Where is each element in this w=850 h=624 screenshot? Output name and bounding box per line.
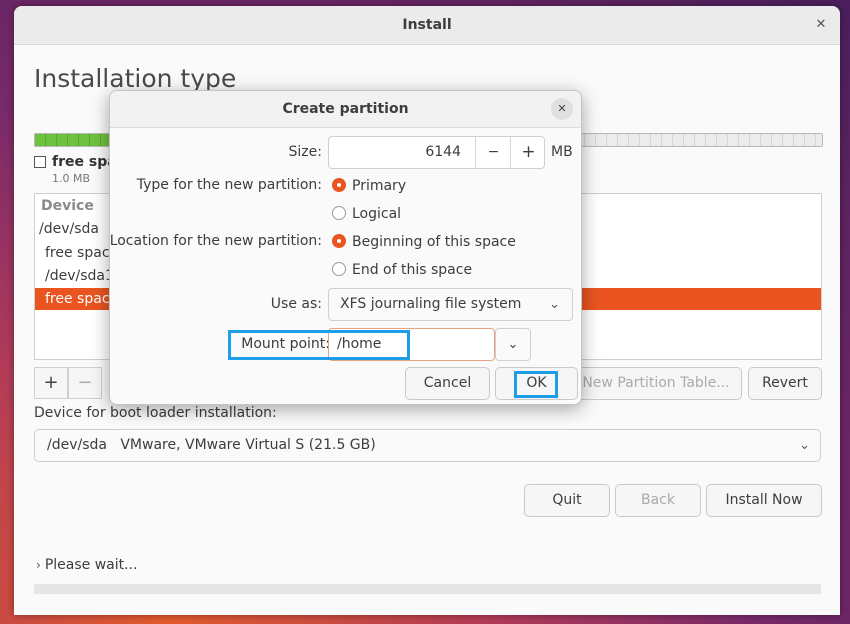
create-partition-dialog: Create partition ✕ Size: 6144 − + MB Typ…: [109, 90, 582, 405]
use-as-select[interactable]: XFS journaling file system ⌄: [328, 288, 573, 321]
chevron-down-icon: ⌄: [507, 337, 519, 352]
radio-unchecked-icon: [332, 206, 346, 220]
quit-button[interactable]: Quit: [524, 484, 610, 517]
legend-swatch: [34, 156, 46, 168]
size-decrement-button[interactable]: −: [475, 137, 511, 168]
status-area: › Please wait...: [36, 557, 137, 573]
boot-loader-select[interactable]: /dev/sda VMware, VMware Virtual S (21.5 …: [34, 429, 821, 462]
column-header-device: Device: [41, 198, 94, 214]
close-icon[interactable]: ✕: [551, 98, 573, 120]
boot-device-description: VMware, VMware Virtual S (21.5 GB): [120, 437, 376, 453]
row-device: free space: [45, 245, 119, 261]
row-device: free space: [45, 291, 119, 307]
size-label: Size:: [288, 144, 322, 160]
radio-unchecked-icon: [332, 262, 346, 276]
cancel-button[interactable]: Cancel: [405, 367, 490, 400]
boot-device: /dev/sda: [47, 437, 107, 453]
radio-logical-label: Logical: [352, 206, 402, 222]
revert-button[interactable]: Revert: [748, 367, 822, 400]
install-now-button[interactable]: Install Now: [706, 484, 822, 517]
size-field: 6144 − +: [328, 136, 545, 169]
radio-end[interactable]: End of this space: [332, 262, 472, 278]
row-device: /dev/sda1: [45, 268, 114, 284]
radio-primary[interactable]: Primary: [332, 178, 406, 194]
size-increment-button[interactable]: +: [510, 137, 546, 168]
size-unit: MB: [551, 144, 573, 160]
legend-name: free spa: [52, 154, 117, 170]
location-label: Location for the new partition:: [109, 233, 322, 249]
size-input[interactable]: 6144: [329, 137, 461, 168]
dialog-title: Create partition: [282, 101, 409, 117]
row-device: /dev/sda: [39, 221, 99, 237]
progress-bar: [34, 584, 821, 594]
add-partition-button[interactable]: +: [34, 367, 68, 399]
window-title: Install: [402, 17, 452, 33]
title-bar: Install ✕: [14, 6, 840, 45]
radio-checked-icon: [332, 178, 346, 192]
boot-loader-label: Device for boot loader installation:: [34, 405, 277, 421]
dialog-title-bar: Create partition ✕: [110, 91, 581, 128]
close-icon[interactable]: ✕: [812, 16, 830, 34]
radio-end-label: End of this space: [352, 262, 473, 278]
back-button[interactable]: Back: [615, 484, 701, 517]
radio-checked-icon: [332, 234, 346, 248]
new-partition-table-button[interactable]: New Partition Table...: [570, 367, 742, 400]
use-as-label: Use as:: [270, 296, 322, 312]
ok-highlight: [514, 371, 558, 398]
chevron-down-icon: ⌄: [549, 297, 560, 312]
chevron-right-icon[interactable]: ›: [36, 558, 41, 572]
legend-size: 1.0 MB: [52, 172, 91, 185]
status-text: Please wait...: [44, 557, 138, 573]
type-label: Type for the new partition:: [136, 177, 322, 193]
radio-primary-label: Primary: [352, 178, 407, 194]
remove-partition-button[interactable]: −: [68, 367, 102, 399]
partition-bar-used: [35, 134, 111, 146]
mount-point-dropdown-button[interactable]: ⌄: [495, 328, 531, 361]
mount-point-highlight: [228, 330, 410, 360]
page-title: Installation type: [34, 64, 237, 93]
use-as-value: XFS journaling file system: [340, 296, 522, 312]
radio-logical[interactable]: Logical: [332, 206, 401, 222]
radio-beginning-label: Beginning of this space: [352, 234, 516, 250]
chevron-down-icon: ⌄: [799, 438, 810, 453]
partition-legend: free spa 1.0 MB: [34, 154, 117, 185]
radio-beginning[interactable]: Beginning of this space: [332, 234, 516, 250]
